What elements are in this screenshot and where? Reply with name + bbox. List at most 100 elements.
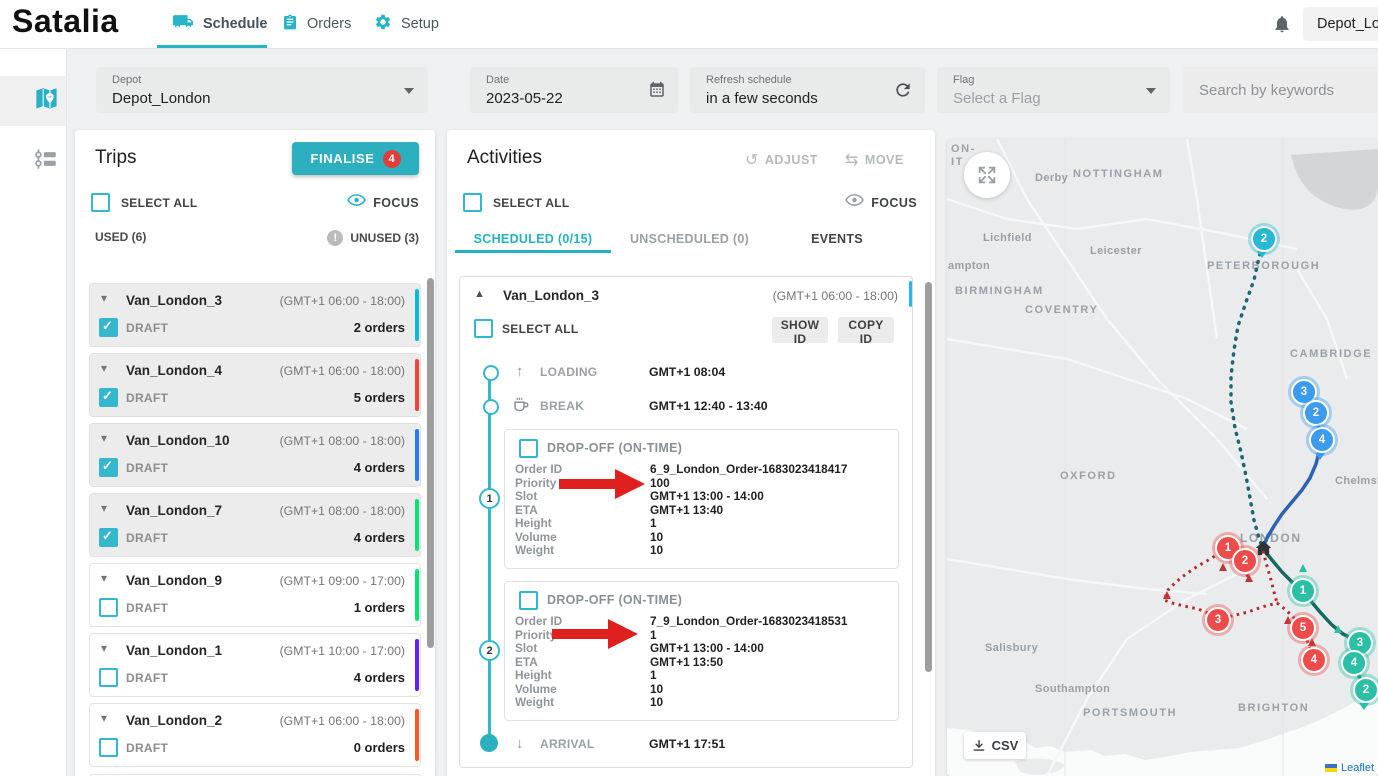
dropoff-checkbox[interactable]	[519, 591, 538, 610]
trips-focus-button[interactable]: FOCUS	[347, 193, 419, 212]
activity-select-all-checkbox[interactable]	[474, 319, 493, 338]
trip-checkbox[interactable]	[99, 598, 118, 617]
trips-panel: Trips FINALISE 4 SELECT ALL FOCUS USED (…	[75, 130, 435, 776]
refresh-schedule-label: Refresh schedule	[706, 74, 792, 86]
chevron-down-icon[interactable]: ▾	[101, 291, 107, 305]
trip-checkbox[interactable]	[99, 388, 118, 407]
map-marker-pointer	[1315, 453, 1325, 460]
tab-schedule[interactable]: Schedule	[172, 0, 267, 48]
depot-select-value: Depot_London	[112, 90, 210, 107]
chevron-down-icon[interactable]: ▾	[101, 641, 107, 655]
finalise-button[interactable]: FINALISE 4	[292, 142, 419, 175]
tab-orders[interactable]: Orders	[282, 0, 351, 48]
map-marker[interactable]: 2	[1251, 226, 1277, 252]
trip-card-van-london-3[interactable]: ▾ Van_London_3 (GMT+1 06:00 - 18:00) DRA…	[89, 283, 421, 347]
map-marker[interactable]: 2	[1353, 677, 1378, 703]
trip-card-van-london-1[interactable]: ▾ Van_London_1 (GMT+1 10:00 - 17:00) DRA…	[89, 633, 421, 697]
active-tab-underline	[157, 45, 267, 48]
activities-scrollbar[interactable]	[925, 282, 932, 672]
depot-select-label: Depot	[112, 74, 141, 86]
map-marker[interactable]: 1	[1290, 578, 1316, 604]
move-button[interactable]: ⇆ MOVE	[845, 150, 904, 170]
order-id-value: 7_9_London_Order-1683023418531	[650, 614, 847, 628]
dropoff-checkbox[interactable]	[519, 439, 538, 458]
adjust-button[interactable]: ↺ ADJUST	[745, 150, 818, 170]
download-icon	[972, 739, 986, 753]
date-picker[interactable]: Date 2023-05-22	[470, 67, 678, 113]
chevron-down-icon[interactable]: ▾	[101, 711, 107, 725]
map-view-icon[interactable]	[33, 86, 60, 118]
flag-select-label: Flag	[953, 74, 974, 86]
app-window: Satalia Schedule Orders Setup Depot_Lon	[0, 0, 1378, 776]
depot-select[interactable]: Depot Depot_London	[96, 67, 428, 113]
activities-panel: Activities ↺ ADJUST ⇆ MOVE SELECT ALL FO…	[447, 130, 935, 776]
tab-scheduled[interactable]: SCHEDULED (0/15)	[455, 232, 611, 246]
unused-counter[interactable]: ! UNUSED (3)	[327, 230, 419, 246]
chevron-down-icon[interactable]: ▾	[101, 501, 107, 515]
trip-card-van-london-9[interactable]: ▾ Van_London_9 (GMT+1 09:00 - 17:00) DRA…	[89, 563, 421, 627]
finalise-badge: 4	[383, 150, 401, 168]
trip-card-van-london-10[interactable]: ▾ Van_London_10 (GMT+1 08:00 - 18:00) DR…	[89, 423, 421, 487]
priority-value: 100	[650, 476, 670, 490]
tab-setup[interactable]: Setup	[374, 0, 439, 48]
map-marker[interactable]: 4	[1341, 650, 1367, 676]
trips-select-all-checkbox[interactable]	[91, 193, 110, 212]
tab-events[interactable]: EVENTS	[787, 232, 887, 246]
bell-icon[interactable]	[1272, 13, 1292, 40]
order-id-value: 6_9_London_Order-1683023418417	[650, 462, 847, 476]
trip-checkbox[interactable]	[99, 738, 118, 757]
search-input[interactable]	[1183, 67, 1378, 113]
activities-select-all[interactable]: SELECT ALL	[463, 193, 570, 212]
activities-focus-button[interactable]: FOCUS	[845, 193, 917, 212]
annotation-arrow-priority-1	[548, 618, 640, 650]
trip-checkbox[interactable]	[99, 458, 118, 477]
map-marker[interactable]: 2	[1303, 400, 1329, 426]
map-routes-layer	[947, 139, 1378, 776]
depot-switcher-button[interactable]: Depot_Lon	[1303, 7, 1378, 41]
priority-value: 1	[650, 628, 657, 642]
ukraine-flag-icon	[1325, 764, 1337, 772]
map-marker[interactable]: 3	[1205, 607, 1231, 633]
chevron-up-icon[interactable]: ▲	[474, 288, 485, 300]
trip-card-van-london-4[interactable]: ▾ Van_London_4 (GMT+1 06:00 - 18:00) DRA…	[89, 353, 421, 417]
trips-scrollbar[interactable]	[427, 278, 434, 648]
used-counter[interactable]: USED (6)	[95, 230, 146, 244]
timeline-view-icon[interactable]	[33, 146, 59, 177]
trip-card-van-london-7[interactable]: ▾ Van_London_7 (GMT+1 08:00 - 18:00) DRA…	[89, 493, 421, 557]
trip-card-van-london-2[interactable]: ▾ Van_London_2 (GMT+1 06:00 - 18:00) DRA…	[89, 703, 421, 767]
map-marker[interactable]: 4	[1309, 427, 1335, 453]
trip-checkbox[interactable]	[99, 318, 118, 337]
map-marker[interactable]: 4	[1301, 647, 1327, 673]
chevron-down-icon	[404, 88, 414, 94]
timeline-node	[483, 365, 499, 381]
copy-id-button[interactable]: COPY ID	[838, 317, 894, 343]
chevron-down-icon[interactable]: ▾	[101, 431, 107, 445]
top-bar: Satalia Schedule Orders Setup Depot_Lon	[0, 0, 1378, 49]
left-sidebar	[0, 48, 67, 776]
trip-checkbox[interactable]	[99, 668, 118, 687]
chevron-down-icon[interactable]: ▾	[101, 361, 107, 375]
show-id-button[interactable]: SHOW ID	[772, 317, 828, 343]
map-panel[interactable]: ON- IT Derby NOTTINGHAM Lichfield Leices…	[947, 139, 1378, 776]
chevron-down-icon[interactable]: ▾	[101, 571, 107, 585]
refresh-schedule[interactable]: Refresh schedule in a few seconds	[690, 67, 925, 113]
dropoff-card-2: DROP-OFF (ON-TIME) Order ID7_9_London_Or…	[504, 581, 899, 721]
leaflet-link[interactable]: Leaflet	[1341, 762, 1374, 774]
csv-export-button[interactable]: CSV	[964, 732, 1026, 759]
map-marker[interactable]: 5	[1290, 615, 1316, 641]
truck-icon	[172, 13, 194, 35]
activity-trip-card: ▲ Van_London_3 (GMT+1 06:00 - 18:00) SEL…	[459, 276, 913, 768]
timeline-node	[483, 399, 499, 415]
trip-color-stripe	[909, 281, 912, 307]
map-attribution: Leaflet	[1321, 760, 1378, 776]
activities-select-all-checkbox[interactable]	[463, 193, 482, 212]
active-tab-underline	[455, 250, 611, 253]
fullscreen-button[interactable]	[964, 152, 1010, 198]
refresh-icon[interactable]	[893, 80, 913, 105]
trip-color-stripe	[415, 569, 419, 621]
trip-color-stripe	[415, 499, 419, 551]
tab-unscheduled[interactable]: UNSCHEDULED (0)	[627, 232, 752, 246]
trip-checkbox[interactable]	[99, 528, 118, 547]
trips-select-all[interactable]: SELECT ALL	[91, 193, 198, 212]
flag-select[interactable]: Flag Select a Flag	[937, 67, 1170, 113]
